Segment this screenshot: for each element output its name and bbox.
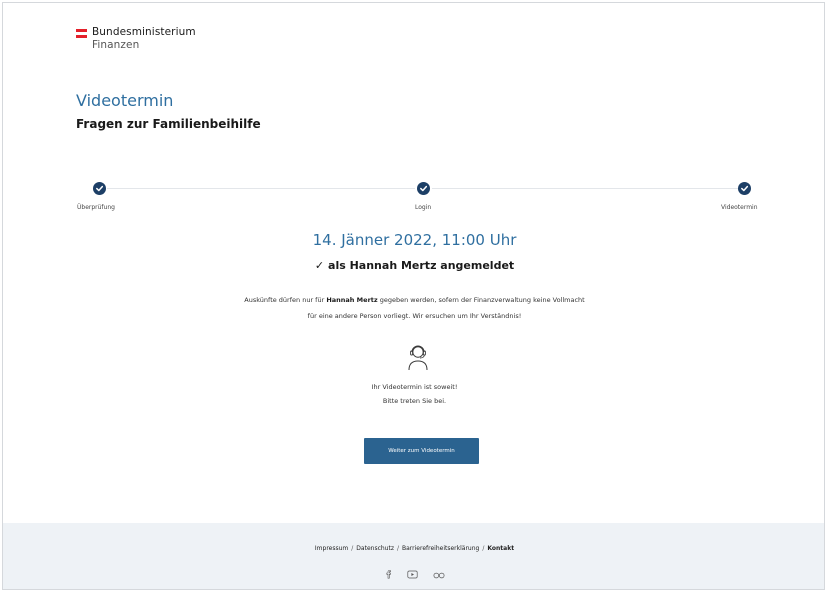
step-connector — [432, 188, 738, 189]
logo-line2: Finanzen — [92, 39, 140, 51]
notice-name: Hannah Mertz — [326, 296, 378, 304]
austrian-flag-icon — [76, 29, 87, 38]
browser-page: Bundesministerium Finanzen Videotermin F… — [2, 2, 825, 590]
authorization-notice: Auskünfte dürfen nur für Hannah Mertz ge… — [3, 292, 824, 324]
page-subtitle: Fragen zur Familienbeihilfe — [76, 117, 261, 131]
footer-link-impressum[interactable]: Impressum — [315, 545, 348, 552]
step-2-check-icon — [417, 182, 430, 195]
support-agent-icon — [407, 343, 429, 375]
ready-line1: Ihr Videotermin ist soweit! — [371, 383, 458, 391]
logo-line1: Bundesministerium — [92, 26, 196, 38]
login-status-text: als Hannah Mertz angemeldet — [328, 259, 515, 272]
flickr-icon[interactable] — [433, 564, 445, 583]
check-icon: ✓ — [314, 259, 325, 272]
notice-suffix: gegeben werden, sofern der Finanzverwalt… — [377, 296, 585, 304]
login-status: ✓ als Hannah Mertz angemeldet — [3, 259, 824, 272]
ready-message: Ihr Videotermin ist soweit! Bitte treten… — [3, 380, 824, 408]
footer-link-barrierefreiheit[interactable]: Barrierefreiheitserklärung — [402, 545, 479, 552]
footer-links: Impressum / Datenschutz / Barrierefreiheitse… — [3, 545, 824, 552]
footer-separator: / — [351, 545, 354, 552]
footer-link-kontakt[interactable]: Kontakt — [487, 545, 514, 552]
appointment-datetime: 14. Jänner 2022, 11:00 Uhr — [312, 231, 517, 249]
social-links — [3, 563, 824, 583]
facebook-icon[interactable] — [384, 564, 392, 583]
notice-prefix: Auskünfte dürfen nur für — [244, 296, 327, 304]
step-3-check-icon — [738, 182, 751, 195]
footer: Impressum / Datenschutz / Barrierefreiheitse… — [3, 523, 824, 589]
footer-separator: / — [482, 545, 485, 552]
continue-to-video-button[interactable]: Weiter zum Videotermin — [364, 438, 479, 464]
youtube-icon[interactable] — [407, 564, 418, 583]
step-label-login: Login — [415, 204, 432, 211]
footer-separator: / — [396, 545, 400, 552]
footer-link-datenschutz[interactable]: Datenschutz — [356, 545, 394, 552]
ready-line2: Bitte treten Sie bei. — [382, 397, 447, 405]
step-1-check-icon — [93, 182, 106, 195]
page-title: Videotermin — [76, 91, 174, 110]
notice-line2: für eine andere Person vorliegt. Wir ers… — [307, 312, 522, 320]
step-label-ueberpruefung: Überprüfung — [77, 204, 115, 211]
step-connector — [107, 188, 415, 189]
step-label-videotermin: Videotermin — [721, 204, 758, 211]
